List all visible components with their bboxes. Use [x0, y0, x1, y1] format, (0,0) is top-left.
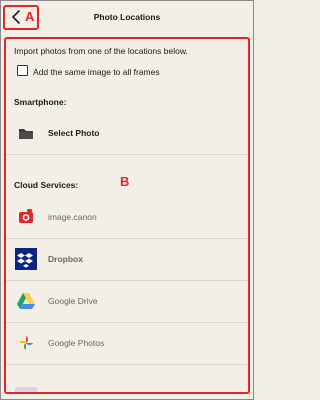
list-item-partial[interactable]: [6, 365, 248, 392]
folder-icon: [19, 129, 33, 139]
header-bar: A Photo Locations: [0, 0, 254, 36]
dropbox-label: Dropbox: [48, 254, 83, 264]
list-item-image-canon[interactable]: image.canon: [6, 197, 248, 239]
locations-panel: Import photos from one of the locations …: [4, 37, 250, 394]
list-item-google-drive[interactable]: Google Drive: [6, 281, 248, 323]
list-item-google-photos[interactable]: Google Photos: [6, 323, 248, 365]
google-photos-label: Google Photos: [48, 338, 105, 348]
annotation-label-b: B: [120, 174, 130, 189]
intro-text: Import photos from one of the locations …: [14, 46, 188, 56]
select-photo-label: Select Photo: [48, 128, 100, 138]
partial-icon: [15, 387, 37, 392]
list-item-dropbox[interactable]: Dropbox: [6, 239, 248, 281]
image-canon-label: image.canon: [48, 212, 97, 222]
google-drive-icon: [17, 293, 35, 309]
same-image-checkbox-label[interactable]: Add the same image to all frames: [33, 67, 160, 77]
smartphone-heading: Smartphone:: [14, 97, 67, 107]
google-drive-label: Google Drive: [48, 296, 98, 306]
list-item-select-photo[interactable]: Select Photo: [6, 113, 248, 155]
image-canon-icon: [19, 209, 33, 223]
dropbox-icon: [15, 248, 37, 270]
page-title: Photo Locations: [93, 12, 161, 22]
same-image-checkbox[interactable]: [17, 65, 28, 76]
google-photos-icon: [19, 336, 33, 350]
cloud-services-heading: Cloud Services:: [14, 180, 79, 190]
